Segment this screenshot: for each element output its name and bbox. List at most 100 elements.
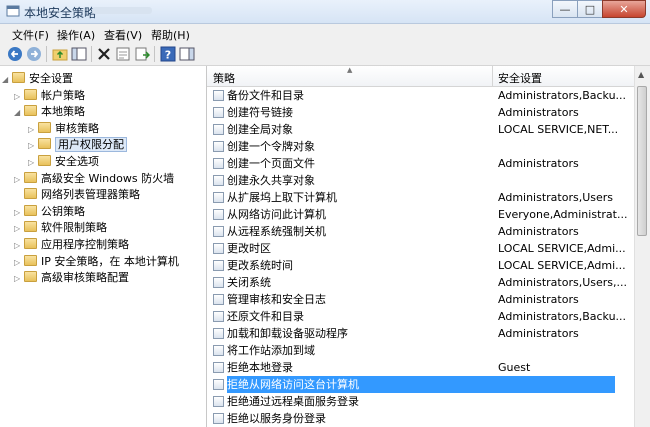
menu-help[interactable]: 帮助(H) (151, 27, 190, 43)
policy-name: 加载和卸载设备驱动程序 (227, 327, 348, 340)
table-row[interactable]: 更改时区 LOCAL SERVICE,Admi... (207, 240, 635, 257)
menu-bar: 文件(F) 操作(A) 查看(V) 帮助(H) (0, 24, 650, 43)
maximize-button[interactable]: □ (577, 0, 603, 18)
table-row[interactable]: 更改系统时间 LOCAL SERVICE,Admi... (207, 257, 635, 274)
policy-setting: Administrators,Backu... (498, 89, 627, 102)
table-row[interactable]: 管理审核和安全日志 Administrators (207, 291, 635, 308)
collapsed-arrow-icon[interactable]: ▷ (14, 220, 24, 237)
tree-item[interactable]: ◢ 本地策略 (14, 103, 85, 120)
policy-setting: LOCAL SERVICE,NET... (498, 123, 619, 136)
scroll-thumb[interactable] (637, 86, 647, 236)
collapsed-arrow-icon[interactable]: ▷ (14, 270, 24, 287)
table-row[interactable]: 创建一个页面文件 Administrators (207, 155, 635, 172)
tree-item[interactable]: ▷ 高级审核策略配置 (14, 269, 129, 286)
policy-name: 备份文件和目录 (227, 89, 304, 102)
table-row[interactable]: 加载和卸载设备驱动程序 Administrators (207, 325, 635, 342)
policy-icon (213, 124, 224, 135)
collapsed-arrow-icon[interactable]: ▷ (28, 154, 38, 171)
policy-icon (213, 226, 224, 237)
tree-item[interactable]: ▷ 应用程序控制策略 (14, 236, 129, 253)
tree-item-label: 高级安全 Windows 防火墙 (41, 171, 175, 185)
up-folder-icon[interactable] (52, 46, 68, 62)
tree-item[interactable]: ◢ 安全设置 (2, 70, 73, 87)
tree-item[interactable]: ▷ 帐户策略 (14, 87, 85, 104)
tree-item[interactable]: ▷ 安全选项 (28, 153, 99, 170)
policy-icon (213, 379, 224, 390)
table-row[interactable]: 拒绝以服务身份登录 (207, 410, 635, 427)
back-arrow-icon[interactable] (7, 46, 23, 62)
tree-item[interactable]: ▷ 公钥策略 (14, 203, 85, 220)
collapsed-arrow-icon[interactable]: ▷ (14, 254, 24, 271)
policy-name: 创建一个令牌对象 (227, 140, 315, 153)
tree-item-label: IP 安全策略，在 本地计算机 (41, 254, 179, 268)
menu-action[interactable]: 操作(A) (57, 27, 95, 43)
table-row[interactable]: 还原文件和目录 Administrators,Backu... (207, 308, 635, 325)
folder-icon (24, 88, 37, 100)
collapsed-arrow-icon[interactable]: ▷ (14, 171, 24, 188)
policy-name: 拒绝以服务身份登录 (227, 412, 326, 425)
tree-item[interactable]: ▷ 审核策略 (28, 120, 99, 137)
tree-item[interactable]: ▷ 高级安全 Windows 防火墙 (14, 170, 174, 187)
policy-list: 策略 ▲ 安全设置 备份文件和目录 Administrators,Backu...… (207, 66, 650, 427)
policy-name: 拒绝通过远程桌面服务登录 (227, 395, 359, 408)
folder-icon (38, 121, 51, 133)
table-row[interactable]: 备份文件和目录 Administrators,Backu... (207, 87, 635, 104)
table-row[interactable]: 从扩展坞上取下计算机 Administrators,Users (207, 189, 635, 206)
svg-text:?: ? (165, 49, 171, 62)
expanded-arrow-icon[interactable]: ◢ (14, 104, 24, 121)
policy-setting: Administrators,Backu... (498, 310, 627, 323)
expanded-arrow-icon[interactable]: ◢ (2, 71, 12, 88)
table-row[interactable]: 关闭系统 Administrators,Users,... (207, 274, 635, 291)
policy-icon (213, 328, 224, 339)
tree-item[interactable]: ▷ IP 安全策略，在 本地计算机 (14, 253, 179, 270)
table-row[interactable]: 创建符号链接 Administrators (207, 104, 635, 121)
delete-icon[interactable] (96, 46, 112, 62)
menu-view[interactable]: 查看(V) (104, 27, 142, 43)
table-row[interactable]: 拒绝从网络访问这台计算机 (207, 376, 635, 393)
tree-item-label: 安全设置 (29, 72, 73, 85)
policy-icon (213, 107, 224, 118)
table-row[interactable]: 从远程系统强制关机 Administrators (207, 223, 635, 240)
column-header-setting[interactable]: 安全设置 (498, 70, 542, 86)
folder-icon (24, 221, 37, 233)
properties-icon[interactable] (115, 46, 131, 62)
policy-setting: Administrators (498, 327, 579, 340)
forward-arrow-icon[interactable] (26, 46, 42, 62)
folder-icon (38, 138, 51, 150)
collapsed-arrow-icon[interactable]: ▷ (14, 204, 24, 221)
column-header-policy[interactable]: 策略 (213, 70, 235, 86)
show-hide-tree-icon[interactable] (71, 46, 87, 62)
vertical-scrollbar[interactable]: ▲ (634, 66, 650, 427)
tree-item[interactable]: ▷ 用户权限分配 (28, 136, 127, 153)
minimize-button[interactable]: — (552, 0, 578, 18)
tree-item-label: 高级审核策略配置 (41, 271, 129, 285)
help-icon[interactable]: ? (160, 46, 176, 62)
table-row[interactable]: 创建永久共享对象 (207, 172, 635, 189)
policy-setting: Administrators (498, 225, 579, 238)
tree-item-label: 应用程序控制策略 (41, 238, 129, 251)
collapsed-arrow-icon[interactable]: ▷ (14, 88, 24, 105)
export-list-icon[interactable] (134, 46, 150, 62)
table-row[interactable]: 拒绝本地登录 Guest (207, 359, 635, 376)
menu-file[interactable]: 文件(F) (12, 27, 49, 43)
tree-item[interactable]: ▷ 软件限制策略 (14, 219, 107, 236)
window-title: 本地安全策略 (24, 6, 97, 20)
table-row[interactable]: 从网络访问此计算机 Everyone,Administrat... (207, 206, 635, 223)
policy-name: 关闭系统 (227, 276, 271, 289)
collapsed-arrow-icon[interactable]: ▷ (28, 137, 38, 154)
action-pane-icon[interactable] (179, 46, 195, 62)
table-row[interactable]: 拒绝通过远程桌面服务登录 (207, 393, 635, 410)
policy-name: 还原文件和目录 (227, 310, 304, 323)
table-row[interactable]: 创建全局对象 LOCAL SERVICE,NET... (207, 121, 635, 138)
policy-name: 更改时区 (227, 242, 271, 255)
table-row[interactable]: 将工作站添加到域 (207, 342, 635, 359)
collapsed-arrow-icon[interactable]: ▷ (28, 121, 38, 138)
scroll-up-icon[interactable]: ▲ (638, 70, 644, 79)
policy-icon (213, 90, 224, 101)
tree-item[interactable]: 网络列表管理器策略 (14, 186, 140, 203)
folder-icon (24, 238, 37, 249)
collapsed-arrow-icon[interactable]: ▷ (14, 237, 24, 254)
policy-name: 拒绝从网络访问这台计算机 (227, 376, 615, 393)
table-row[interactable]: 创建一个令牌对象 (207, 138, 635, 155)
close-button[interactable]: ✕ (602, 0, 646, 18)
